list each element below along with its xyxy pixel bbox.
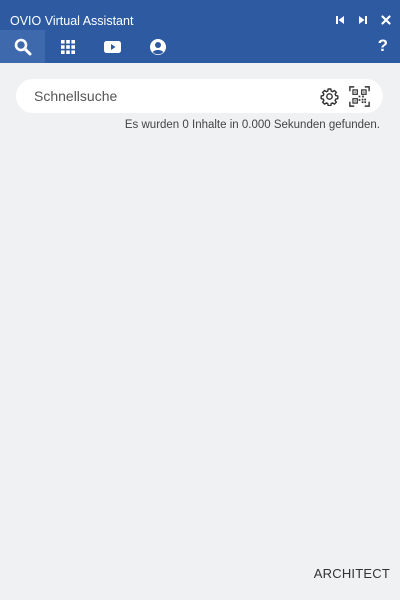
window-title: OVIO Virtual Assistant	[10, 14, 134, 28]
skip-next-icon	[359, 16, 367, 24]
search-settings-button[interactable]	[319, 86, 340, 107]
qr-code-scan-icon	[349, 86, 370, 107]
close-button[interactable]	[380, 14, 392, 26]
tab-search[interactable]	[0, 30, 45, 63]
skip-next-button[interactable]	[357, 14, 369, 26]
help-button[interactable]: ?	[378, 36, 388, 56]
search-bar	[16, 79, 383, 113]
header-bar: OVIO Virtual Assistant ?	[0, 0, 400, 63]
tab-video[interactable]	[90, 30, 135, 63]
search-status-text: Es wurden 0 Inhalte in 0.000 Sekunden ge…	[124, 119, 380, 131]
video-camera-icon	[103, 40, 121, 53]
search-actions	[319, 86, 370, 107]
app-window: OVIO Virtual Assistant ? Schnellsuche Es…	[0, 0, 400, 600]
gear-icon	[320, 88, 339, 106]
tab-grid[interactable]	[45, 30, 90, 63]
grid-icon	[60, 39, 75, 54]
footer-role-label: ARCHITECT	[313, 566, 390, 581]
search-icon	[14, 38, 31, 55]
close-icon	[381, 15, 391, 25]
qr-scan-button[interactable]	[349, 86, 370, 107]
skip-previous-icon	[336, 16, 344, 24]
window-controls	[334, 14, 392, 26]
tab-account[interactable]	[135, 30, 180, 63]
skip-previous-button[interactable]	[334, 14, 346, 26]
search-input[interactable]	[34, 86, 304, 106]
user-account-icon	[149, 38, 166, 55]
nav-tabs	[0, 30, 400, 63]
